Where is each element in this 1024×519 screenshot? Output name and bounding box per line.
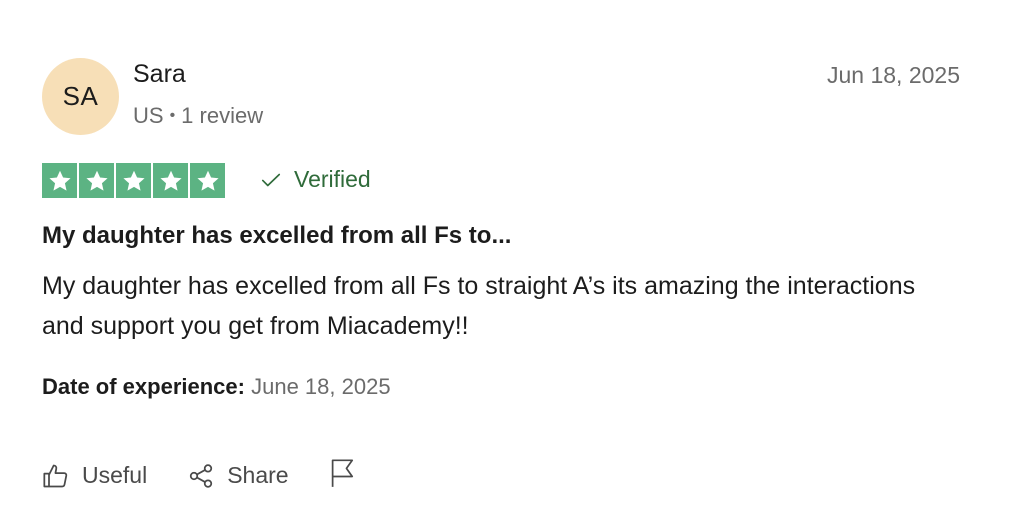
review-card: SA Sara US • 1 review Jun 18, 2025 Verif… xyxy=(0,0,1024,519)
star-3 xyxy=(116,163,151,198)
reviewer-country: US xyxy=(133,103,164,128)
verified-badge[interactable]: Verified xyxy=(260,166,371,193)
star-icon xyxy=(122,170,145,191)
review-actions: Useful Share xyxy=(42,458,357,493)
report-button[interactable] xyxy=(329,458,357,493)
star-4 xyxy=(153,163,188,198)
reviewer-meta: US • 1 review xyxy=(133,103,263,129)
experience-date: June 18, 2025 xyxy=(251,374,391,399)
verified-label: Verified xyxy=(294,166,371,192)
reviewer-name[interactable]: Sara xyxy=(133,60,186,89)
star-icon xyxy=(159,170,182,191)
experience-label: Date of experience: xyxy=(42,374,245,399)
review-date: Jun 18, 2025 xyxy=(826,62,960,88)
flag-icon xyxy=(331,459,353,487)
star-icon xyxy=(48,170,71,191)
star-1 xyxy=(42,163,77,198)
date-of-experience: Date of experience: June 18, 2025 xyxy=(42,374,391,400)
review-body: My daughter has excelled from all Fs to … xyxy=(42,272,916,340)
star-5 xyxy=(190,163,225,198)
share-label: Share xyxy=(227,462,289,488)
avatar-initials: SA xyxy=(62,81,99,111)
share-icon xyxy=(190,463,213,488)
review-title[interactable]: My daughter has excelled from all Fs to.… xyxy=(42,222,511,250)
useful-label: Useful xyxy=(82,462,148,488)
star-icon xyxy=(196,170,219,191)
checkmark-icon xyxy=(261,173,281,186)
star-icon xyxy=(85,170,108,191)
share-button[interactable]: Share xyxy=(187,462,289,490)
reviewer-review-count: 1 review xyxy=(181,103,264,128)
avatar[interactable]: SA xyxy=(42,58,119,135)
star-2 xyxy=(79,163,114,198)
useful-button[interactable]: Useful xyxy=(42,462,147,490)
thumbs-up-icon xyxy=(43,464,68,487)
star-rating xyxy=(42,163,225,198)
meta-separator: • xyxy=(169,107,176,124)
